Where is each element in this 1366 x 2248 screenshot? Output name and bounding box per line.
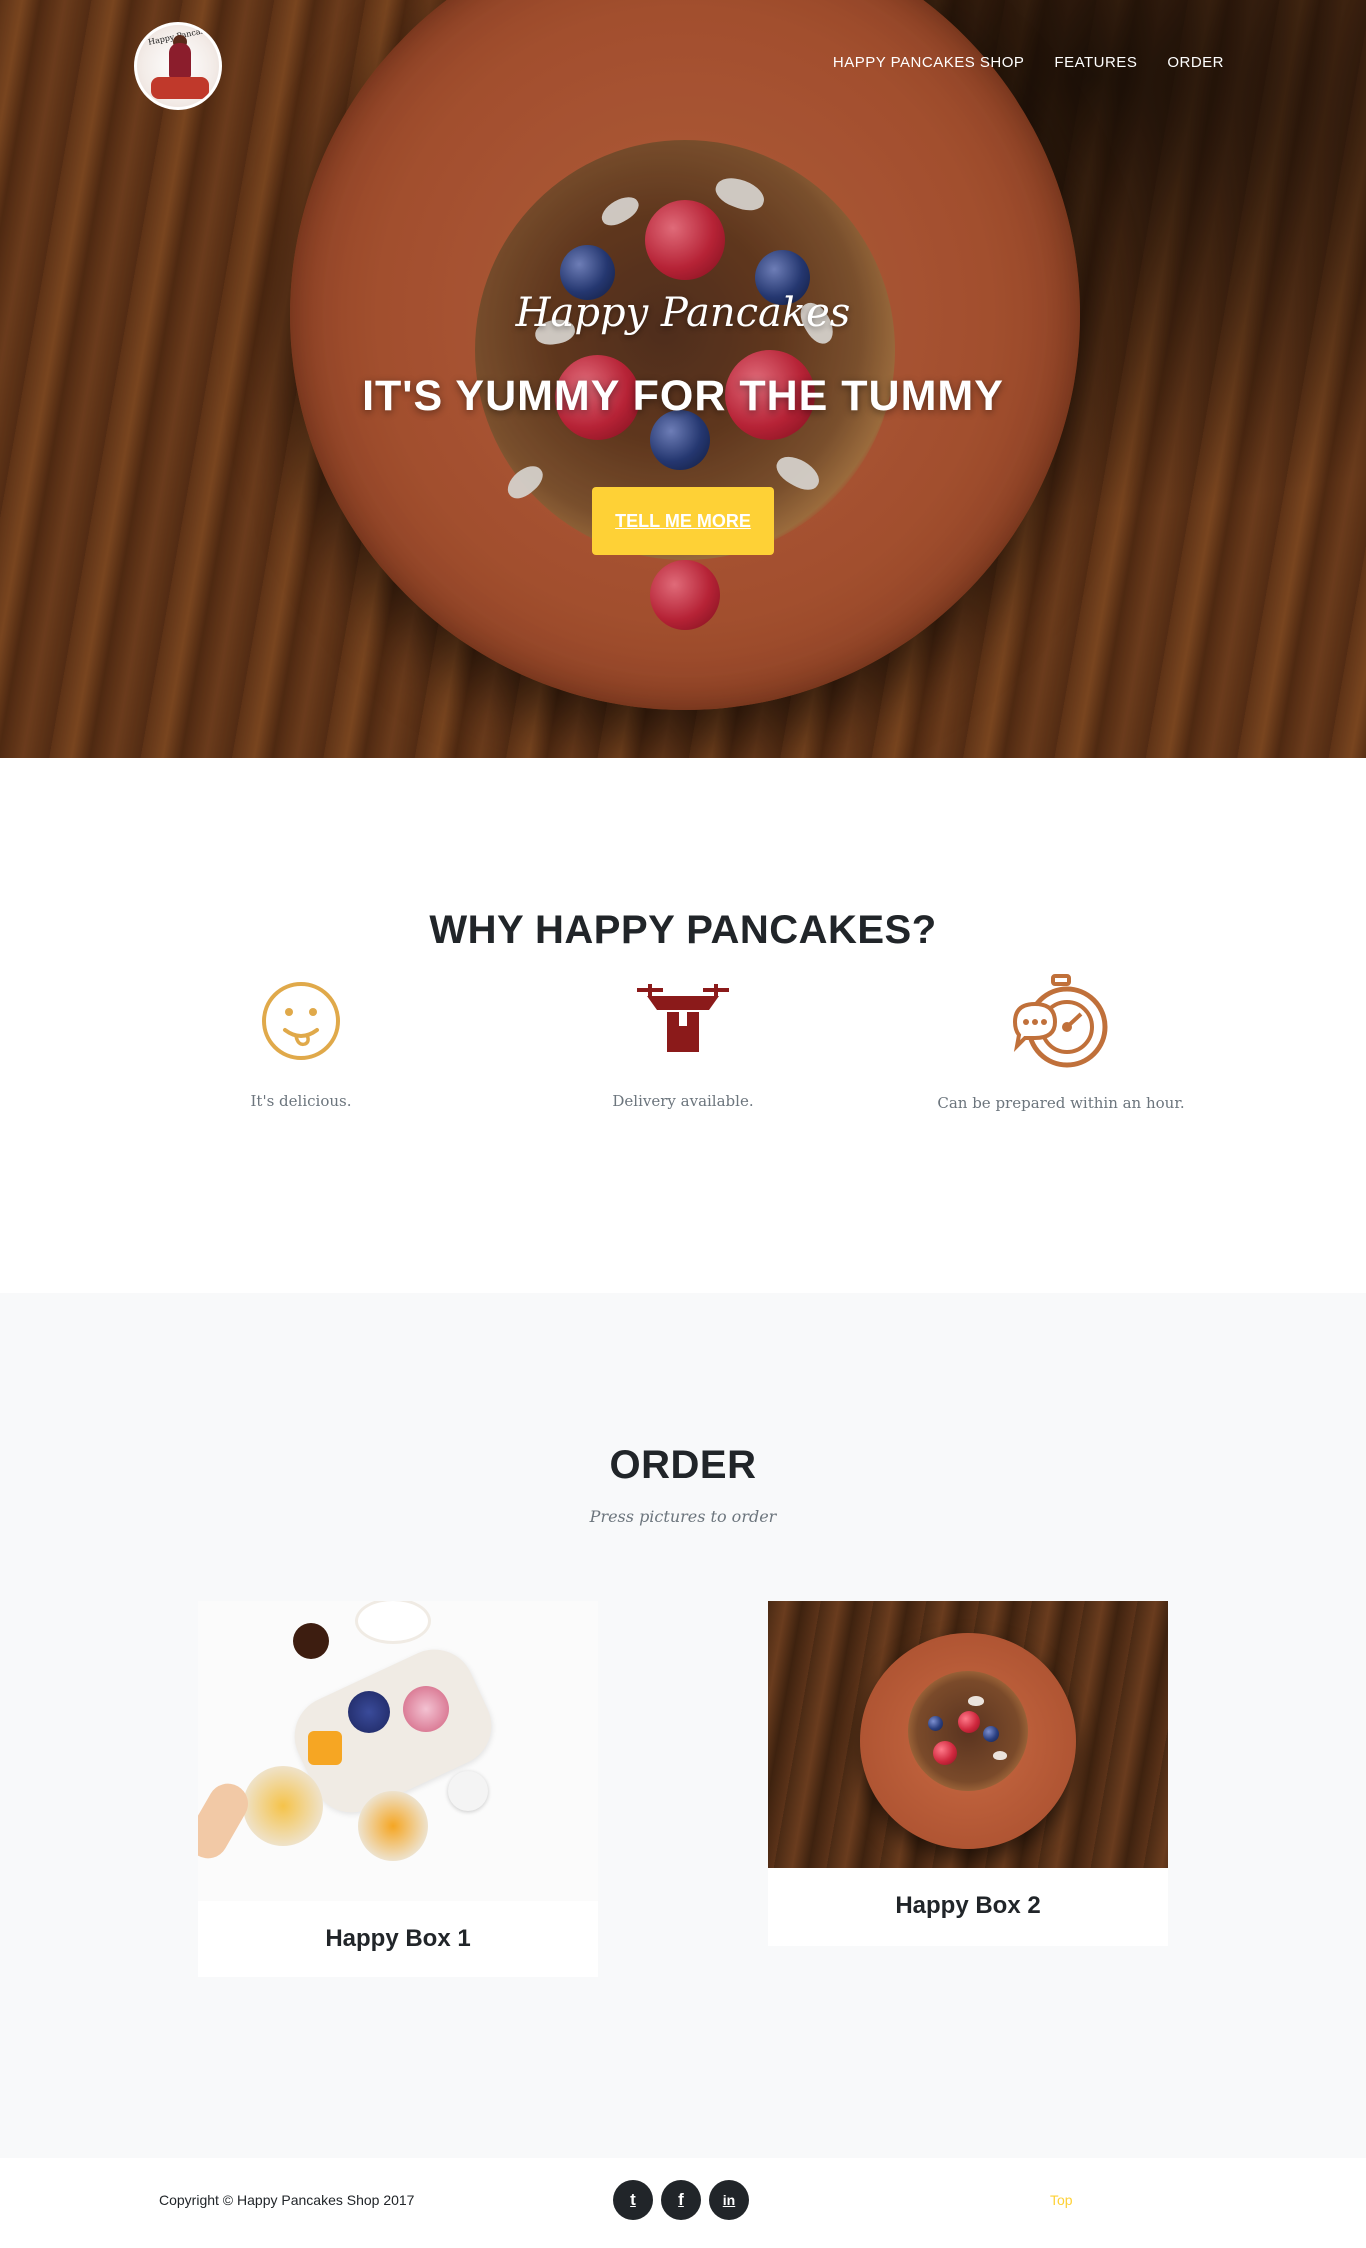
hero-lead-in: Happy Pancakes: [515, 290, 851, 336]
hero-section: Happy Pancakes HAPPY PANCAKES SHOP FEATU…: [0, 0, 1366, 758]
order-card-happy-box-2[interactable]: Happy Box 2: [768, 1601, 1168, 1946]
footer: Copyright © Happy Pancakes Shop 2017 t f…: [0, 2158, 1366, 2248]
copyright-text: Copyright © Happy Pancakes Shop 2017: [159, 2192, 415, 2208]
feature-text: It's delicious.: [250, 1092, 352, 1110]
delivery-drone-icon: [637, 984, 729, 1052]
feature-text: Can be prepared within an hour.: [937, 1094, 1185, 1112]
social-links: t f in: [613, 2180, 749, 2220]
happy-box-2-caption[interactable]: Happy Box 2: [768, 1868, 1168, 1920]
nav-item-shop[interactable]: HAPPY PANCAKES SHOP: [833, 54, 1025, 71]
hero-text: Happy Pancakes IT'S YUMMY FOR THE TUMMY …: [0, 290, 1366, 555]
features-title: WHY HAPPY PANCAKES?: [429, 908, 937, 952]
order-subtitle: Press pictures to order: [589, 1507, 777, 1526]
facebook-icon[interactable]: f: [661, 2180, 701, 2220]
feature-delivery: Delivery available.: [493, 980, 873, 1110]
order-section: ORDER Press pictures to order Happy Box …: [0, 1293, 1366, 2158]
nav-menu: HAPPY PANCAKES SHOP FEATURES ORDER: [833, 54, 1224, 71]
happy-box-2-image[interactable]: [768, 1601, 1168, 1868]
back-to-top-link[interactable]: Top: [1050, 2192, 1073, 2208]
main-nav: Happy Pancakes HAPPY PANCAKES SHOP FEATU…: [0, 0, 1366, 130]
tell-me-more-button[interactable]: TELL ME MORE: [592, 487, 774, 555]
twitter-icon[interactable]: t: [613, 2180, 653, 2220]
feature-text: Delivery available.: [612, 1092, 754, 1110]
order-card-happy-box-1[interactable]: Happy Box 1: [198, 1601, 598, 1977]
order-title: ORDER: [609, 1443, 757, 1487]
nav-item-order[interactable]: ORDER: [1167, 54, 1224, 71]
stopwatch-chat-icon: [1012, 974, 1108, 1068]
smiley-tongue-icon: [262, 982, 340, 1060]
hero-heading: IT'S YUMMY FOR THE TUMMY: [362, 372, 1004, 420]
features-section: WHY HAPPY PANCAKES? It's delicious. Deli…: [0, 758, 1366, 1293]
linkedin-icon[interactable]: in: [709, 2180, 749, 2220]
happy-box-1-image[interactable]: [198, 1601, 598, 1901]
nav-item-features[interactable]: FEATURES: [1054, 54, 1137, 71]
feature-delicious: It's delicious.: [111, 980, 491, 1110]
happy-box-1-caption[interactable]: Happy Box 1: [198, 1901, 598, 1953]
feature-prep-time: Can be prepared within an hour.: [871, 972, 1251, 1112]
brand-logo[interactable]: Happy Pancakes: [134, 22, 222, 110]
